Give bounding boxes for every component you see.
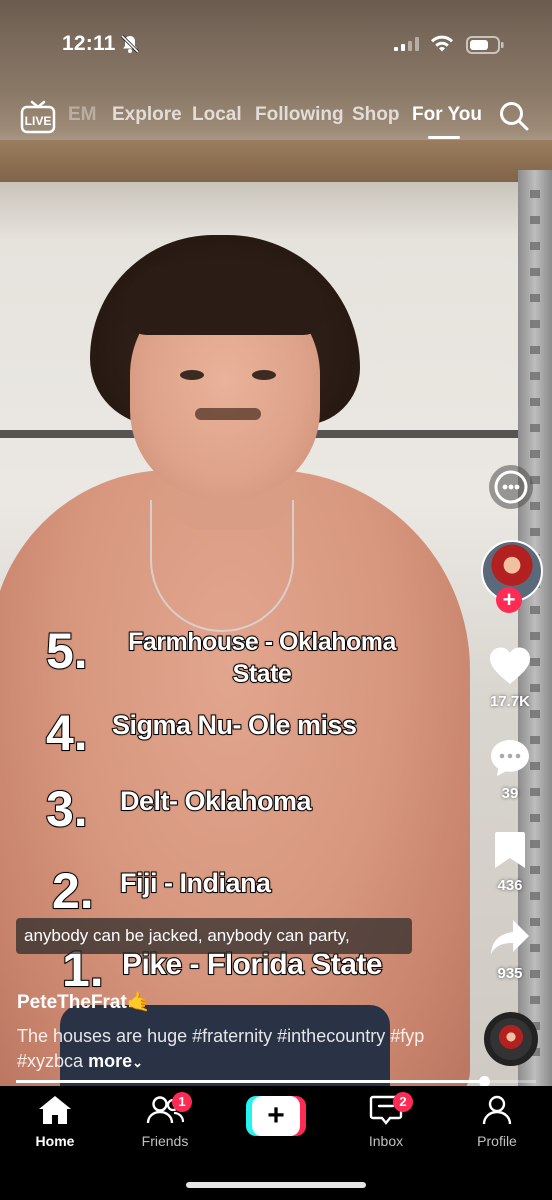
status-bar: 12:11 (0, 0, 552, 84)
heart-icon (490, 647, 530, 684)
bookmark-count: 436 (497, 877, 523, 894)
status-time: 12:11 (62, 32, 116, 55)
follow-button[interactable]: + (496, 587, 522, 613)
bookmark-button[interactable]: 436 (478, 830, 542, 894)
rank-text: Fiji - Indiana (119, 867, 272, 899)
create-button[interactable]: + (246, 1096, 306, 1136)
like-button[interactable]: 17.7K (478, 646, 542, 710)
share-button[interactable]: 935 (478, 918, 542, 982)
profile-icon (482, 1095, 512, 1125)
nav-inbox[interactable]: 2 Inbox (341, 1092, 431, 1149)
rank-number: 2. (51, 862, 95, 920)
nav-friends-label: Friends (141, 1133, 189, 1149)
chevron-down-icon: ⌄ (132, 1055, 143, 1070)
tab-explore[interactable]: Explore (112, 104, 182, 126)
person-eye-right (252, 370, 276, 380)
comment-count: 39 (501, 785, 519, 802)
person-eye-left (180, 370, 204, 380)
wifi-icon (431, 35, 453, 52)
nav-home-label: Home (35, 1133, 75, 1149)
tiktok-screen: 12:11 LIVE EM Explore Local Following Sh… (0, 0, 552, 1200)
rank-number: 4. (45, 704, 89, 762)
more-dots-icon (494, 470, 528, 504)
nav-home[interactable]: Home (10, 1094, 100, 1149)
more-label: more (88, 1051, 133, 1071)
active-tab-indicator (428, 136, 460, 139)
tab-local[interactable]: Local (192, 104, 242, 126)
nav-profile-label: Profile (477, 1133, 517, 1149)
nav-profile[interactable]: Profile (452, 1094, 542, 1149)
video-description[interactable]: The houses are huge #fraternity #intheco… (17, 1024, 457, 1075)
progress-fill (16, 1080, 484, 1083)
tab-following[interactable]: Following (255, 104, 344, 126)
share-arrow-icon (491, 920, 529, 954)
comment-button[interactable]: 39 (478, 738, 542, 802)
rank-text: Sigma Nu- Ole miss (111, 709, 358, 741)
plus-icon: + (502, 587, 516, 612)
bookmark-icon (495, 832, 525, 868)
search-icon[interactable] (498, 100, 530, 132)
top-navigation: LIVE EM Explore Local Following Shop For… (0, 92, 552, 144)
share-count: 935 (497, 965, 523, 982)
description-text: The houses are huge #fraternity #intheco… (17, 1026, 425, 1071)
tab-partial[interactable]: EM (68, 104, 97, 126)
background-beam (0, 140, 552, 182)
music-disc-icon[interactable] (484, 1012, 538, 1066)
person-mustache (195, 408, 261, 420)
comment-icon (491, 740, 529, 776)
friends-badge: 1 (172, 1092, 192, 1112)
rank-number: 3. (45, 780, 89, 838)
more-link[interactable]: more⌄ (88, 1051, 143, 1071)
tab-shop[interactable]: Shop (352, 104, 400, 126)
inbox-badge: 2 (393, 1092, 413, 1112)
nav-friends[interactable]: 1 Friends (120, 1092, 210, 1149)
like-count: 17.7K (489, 693, 531, 710)
bell-off-icon (120, 34, 140, 54)
more-options-button[interactable] (489, 465, 533, 509)
creator-username[interactable]: PeteTheFrat🤙 (17, 990, 150, 1014)
home-indicator (186, 1182, 366, 1188)
live-icon[interactable]: LIVE (20, 98, 56, 134)
rank-text: Delt- Oklahoma (119, 785, 313, 817)
battery-icon (466, 36, 504, 54)
plus-icon: + (252, 1096, 300, 1136)
video-progress-bar[interactable] (16, 1076, 536, 1087)
person-bangs (125, 265, 325, 335)
rank-text: Farmhouse - Oklahoma State (127, 627, 397, 689)
tab-for-you[interactable]: For You (412, 104, 482, 126)
rank-number: 5. (45, 622, 89, 680)
video-caption-subtitle: anybody can be jacked, anybody can party… (16, 918, 412, 954)
home-icon (39, 1096, 71, 1124)
signal-icon (394, 37, 419, 51)
live-label: LIVE (25, 114, 52, 128)
nav-inbox-label: Inbox (368, 1133, 404, 1149)
